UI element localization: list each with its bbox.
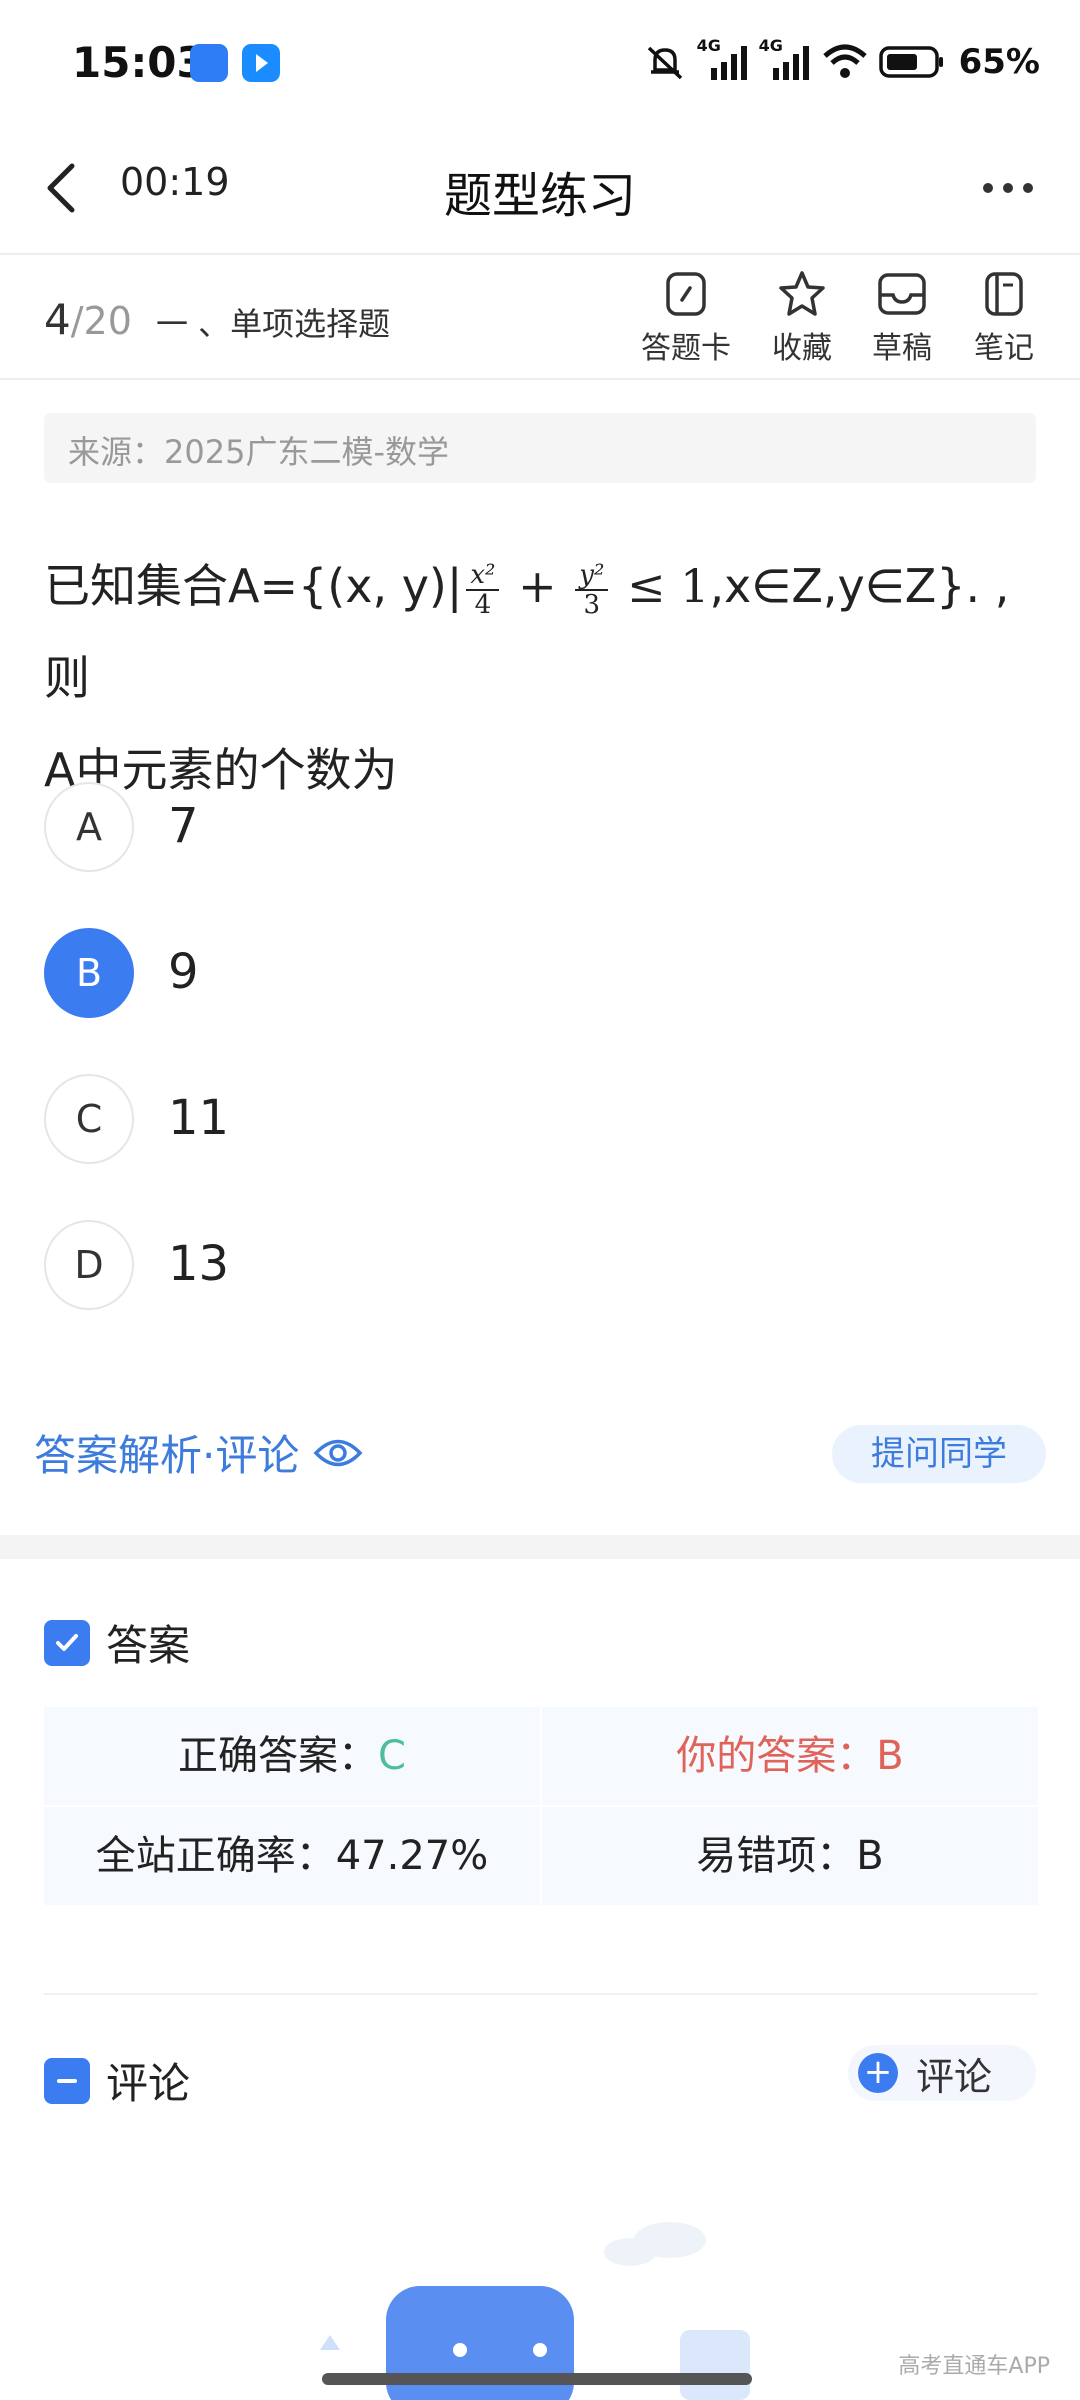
error-prone-value: B <box>856 1833 884 1879</box>
option-letter-selected: B <box>44 928 134 1018</box>
add-comment-button[interactable]: + 评论 <box>848 2045 1036 2101</box>
accuracy-value: 47.27% <box>335 1833 489 1879</box>
notes-button[interactable]: 笔记 <box>954 269 1054 367</box>
answer-card-button[interactable]: 答题卡 <box>636 269 736 367</box>
app-badge-icon <box>242 44 280 82</box>
question-toolbar: 4/20 一 、单项选择题 答题卡 收藏 草稿 笔记 <box>0 255 1080 380</box>
option-text: 11 <box>168 1090 230 1146</box>
status-time: 15:03 <box>72 38 206 87</box>
answer-card-label: 答题卡 <box>641 331 731 366</box>
question-counter: 4/20 <box>44 295 132 344</box>
draft-tray-icon <box>878 273 926 315</box>
accuracy-label: 全站正确率： <box>95 1833 336 1879</box>
table-divider <box>44 1805 1038 1807</box>
question-source: 来源：2025广东二模-数学 <box>44 413 1036 483</box>
option-d[interactable]: D 13 <box>44 1220 644 1312</box>
accuracy-cell: 全站正确率：47.27% <box>44 1807 540 1905</box>
your-answer-label: 你的答案： <box>676 1733 877 1779</box>
your-answer-value: B <box>876 1733 904 1779</box>
error-prone-cell: 易错项：B <box>542 1807 1038 1905</box>
signal-type-label: 4G <box>758 36 783 55</box>
answer-summary-table: 正确答案：C 你的答案：B 全站正确率：47.27% 易错项：B <box>44 1707 1038 1905</box>
app-badge-icon <box>190 44 228 82</box>
question-prefix: 已知集合A={(x, y)| <box>44 559 463 613</box>
battery-percent: 65% <box>958 42 1040 82</box>
option-letter: D <box>44 1220 134 1310</box>
comment-bubble-icon <box>44 2057 90 2104</box>
more-dots-icon <box>983 183 1033 193</box>
option-letter: C <box>44 1074 134 1164</box>
notes-label: 笔记 <box>974 331 1034 366</box>
signal-icon: 4G <box>697 36 749 84</box>
answer-heading: 答案 <box>106 1621 191 1670</box>
section-divider <box>0 1535 1080 1559</box>
option-text: 13 <box>168 1236 230 1292</box>
status-bar: 15:03 4G 4G 65% <box>0 0 1080 120</box>
wifi-icon <box>822 44 867 78</box>
inequality: ≤ 1 <box>612 559 710 613</box>
home-indicator[interactable] <box>322 2373 752 2385</box>
add-comment-label: 评论 <box>916 2054 993 2099</box>
favorite-button[interactable]: 收藏 <box>752 269 852 367</box>
fraction-y-denominator: 3 <box>583 589 601 620</box>
fraction-x: x² 4 <box>466 561 500 620</box>
more-button[interactable] <box>978 168 1038 208</box>
correct-answer-value: C <box>378 1733 406 1779</box>
notebook-icon <box>985 272 1023 316</box>
eye-icon <box>313 1439 363 1466</box>
signal-icon: 4G <box>759 36 811 84</box>
analysis-comments-toggle[interactable]: 答案解析·评论 <box>34 1422 363 1483</box>
divider <box>44 1993 1038 1995</box>
plus-sign: + <box>503 559 572 613</box>
fraction-x-denominator: 4 <box>474 589 492 620</box>
signal-type-label: 4G <box>696 36 721 55</box>
empty-comments-illustration <box>320 2222 750 2400</box>
status-icons: 4G 4G 65% <box>643 36 1040 86</box>
option-letter: A <box>44 782 134 872</box>
favorite-label: 收藏 <box>772 331 832 366</box>
page: 15:03 4G 4G 65% 00:19 题型练习 4/20 一 、单项选择题… <box>0 0 1080 2400</box>
answer-card-icon <box>666 272 706 316</box>
fraction-y-numerator: y² <box>575 561 609 591</box>
mute-icon <box>647 46 682 80</box>
error-prone-label: 易错项： <box>696 1833 857 1879</box>
fraction-x-numerator: x² <box>466 561 500 591</box>
ask-classmate-button[interactable]: 提问同学 <box>832 1425 1046 1483</box>
option-b[interactable]: B 9 <box>44 928 644 1020</box>
total-questions: /20 <box>70 299 132 343</box>
draft-label: 草稿 <box>872 331 932 366</box>
app-watermark: 高考直通车APP <box>898 2354 1050 2379</box>
fraction-y: y² 3 <box>575 561 609 620</box>
correct-answer-label: 正确答案： <box>178 1733 379 1779</box>
top-nav-bar: 00:19 题型练习 <box>0 120 1080 255</box>
star-icon <box>779 271 825 316</box>
plus-icon: + <box>858 2053 898 2093</box>
question-text: 已知集合A={(x, y)| x² 4 + y² 3 ≤ 1,x∈Z,y∈Z}. , … <box>44 540 1044 816</box>
current-question-number: 4 <box>44 295 71 344</box>
comments-heading: 评论 <box>106 2059 191 2108</box>
option-c[interactable]: C 11 <box>44 1074 644 1166</box>
option-text: 7 <box>168 798 199 854</box>
question-type: 一 、单项选择题 <box>156 305 391 343</box>
checkbox-icon <box>44 1619 90 1666</box>
correct-answer-cell: 正确答案：C <box>44 1707 540 1805</box>
battery-icon <box>878 46 943 78</box>
draft-button[interactable]: 草稿 <box>852 269 952 367</box>
page-title: 题型练习 <box>443 168 636 224</box>
option-a[interactable]: A 7 <box>44 782 644 874</box>
answer-section-header: 答案 <box>44 1612 190 1673</box>
option-text: 9 <box>168 944 199 1000</box>
analysis-link-label: 答案解析·评论 <box>34 1431 300 1480</box>
comments-section-header: 评论 <box>44 2050 190 2111</box>
your-answer-cell: 你的答案：B <box>542 1707 1038 1805</box>
